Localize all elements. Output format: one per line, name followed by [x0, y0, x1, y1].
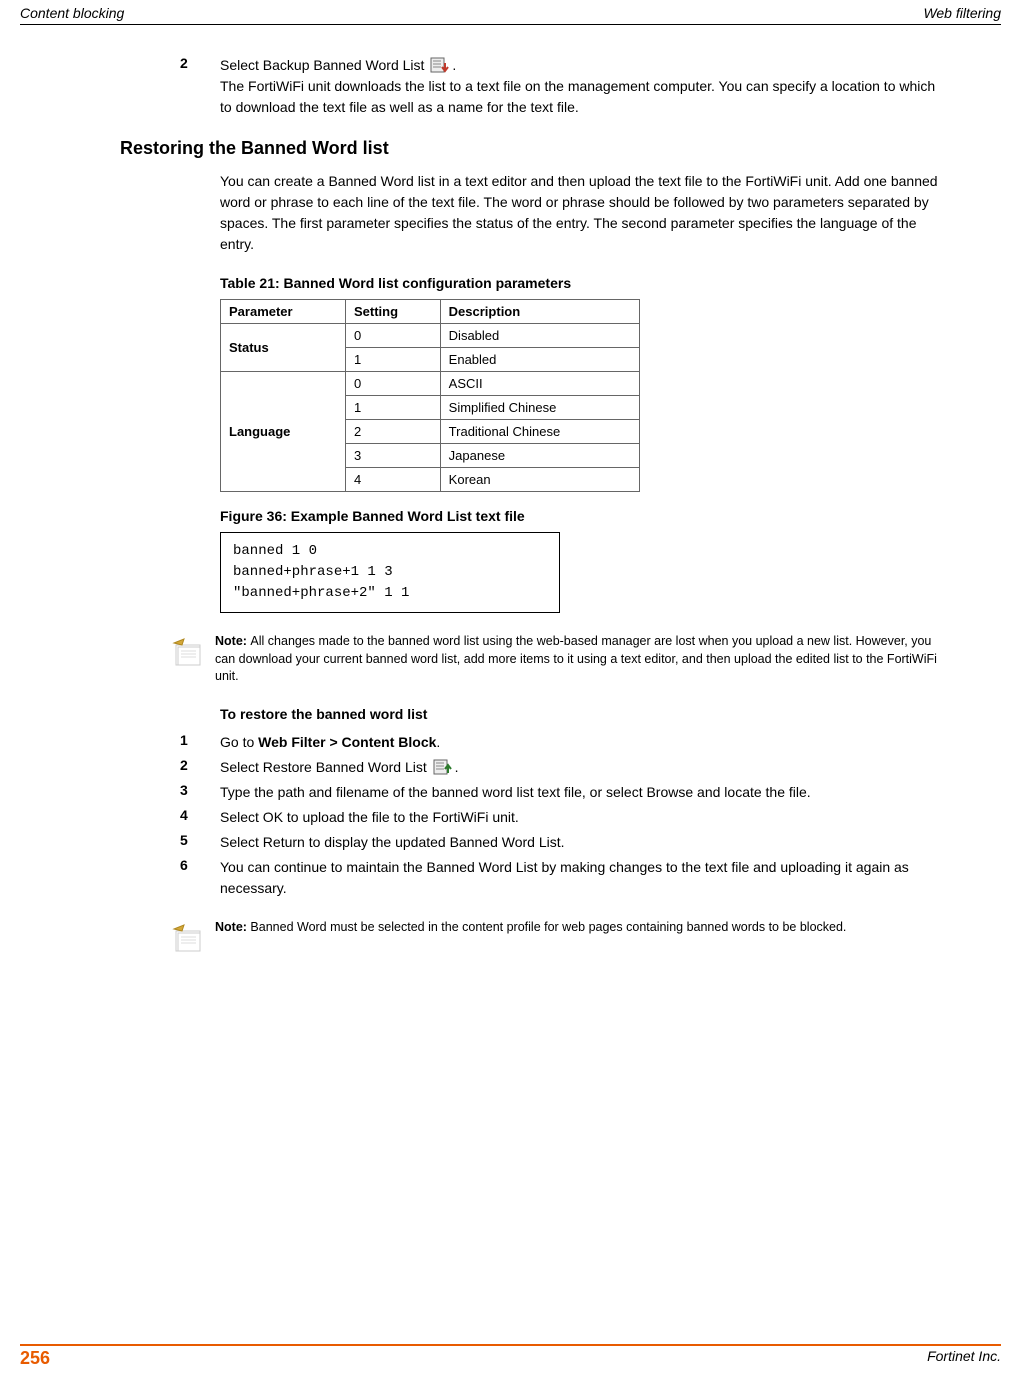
restore-step-6: 6 You can continue to maintain the Banne… [180, 857, 1001, 899]
step-number: 6 [180, 857, 220, 899]
step-number: 3 [180, 782, 220, 803]
step-2: 2 Select Backup Banned Word List . The F… [180, 55, 1001, 118]
example-text-file: banned 1 0 banned+phrase+1 1 3 "banned+p… [220, 532, 560, 613]
table-caption: Table 21: Banned Word list configuration… [220, 275, 1001, 291]
restore-step-1: 1 Go to Web Filter > Content Block. [180, 732, 1001, 753]
note-block: Note: Banned Word must be selected in th… [170, 919, 1001, 960]
figure-caption: Figure 36: Example Banned Word List text… [220, 508, 1001, 524]
code-line: banned 1 0 [233, 541, 547, 562]
col-setting: Setting [345, 300, 440, 324]
note-text: Note: All changes made to the banned wor… [215, 633, 941, 686]
step-text: Select Restore Banned Word List . [220, 757, 1001, 778]
header-left: Content blocking [20, 5, 124, 21]
restore-step-2: 2 Select Restore Banned Word List . [180, 757, 1001, 778]
step-text: You can continue to maintain the Banned … [220, 857, 1001, 899]
col-parameter: Parameter [221, 300, 346, 324]
restore-step-4: 4 Select OK to upload the file to the Fo… [180, 807, 1001, 828]
footer-company: Fortinet Inc. [927, 1348, 1001, 1369]
note-icon [170, 633, 215, 686]
restore-intro-text: You can create a Banned Word list in a t… [220, 171, 1001, 255]
step-text: Go to Web Filter > Content Block. [220, 732, 1001, 753]
step-text: Select Return to display the updated Ban… [220, 832, 1001, 853]
table-header-row: Parameter Setting Description [221, 300, 640, 324]
code-line: "banned+phrase+2" 1 1 [233, 583, 547, 604]
procedure-heading: To restore the banned word list [220, 706, 1001, 722]
step-text: Type the path and filename of the banned… [220, 782, 1001, 803]
note-icon [170, 919, 215, 960]
backup-list-icon [430, 57, 450, 75]
restore-step-3: 3 Type the path and filename of the bann… [180, 782, 1001, 803]
note-block: Note: All changes made to the banned wor… [170, 633, 1001, 686]
col-description: Description [440, 300, 639, 324]
table-row: Language 0 ASCII [221, 372, 640, 396]
page-footer: 256 Fortinet Inc. [20, 1344, 1001, 1369]
step-continuation: The FortiWiFi unit downloads the list to… [220, 76, 941, 118]
note-text: Note: Banned Word must be selected in th… [215, 919, 941, 960]
step-number: 1 [180, 732, 220, 753]
section-heading: Restoring the Banned Word list [120, 138, 1001, 159]
step-number: 5 [180, 832, 220, 853]
step-number: 2 [180, 55, 220, 118]
header-right: Web filtering [923, 5, 1001, 21]
restore-list-icon [433, 759, 453, 777]
code-line: banned+phrase+1 1 3 [233, 562, 547, 583]
step-number: 2 [180, 757, 220, 778]
restore-step-5: 5 Select Return to display the updated B… [180, 832, 1001, 853]
page-header: Content blocking Web filtering [20, 0, 1001, 25]
table-row: Status 0 Disabled [221, 324, 640, 348]
page-number: 256 [20, 1348, 50, 1369]
step-text: Select Backup Banned Word List . The For… [220, 55, 1001, 118]
config-parameters-table: Parameter Setting Description Status 0 D… [220, 299, 640, 492]
step-number: 4 [180, 807, 220, 828]
step-text: Select OK to upload the file to the Fort… [220, 807, 1001, 828]
